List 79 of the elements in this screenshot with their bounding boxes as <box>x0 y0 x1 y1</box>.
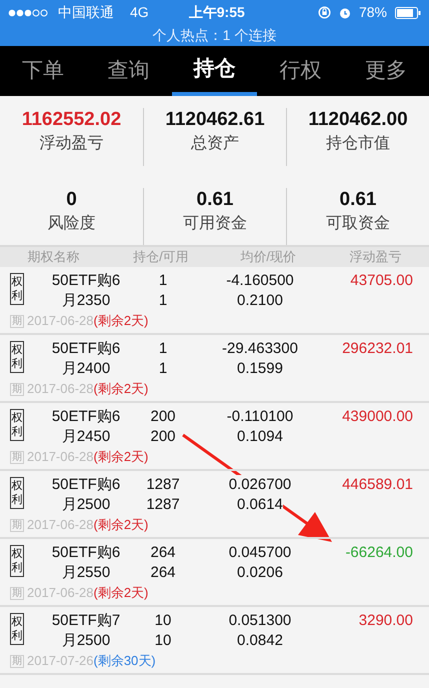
option-type-badge: 权利 <box>10 341 24 373</box>
summary-value: 0.61 <box>340 188 376 212</box>
expiry-date: 2017-07-26 <box>27 652 94 670</box>
holding-qty: 200 <box>150 407 176 427</box>
available-qty: 10 <box>154 631 172 651</box>
expiry-badge: 期 <box>10 586 24 600</box>
column-header: 持仓/可用 <box>132 248 190 266</box>
expiry-badge: 期 <box>10 518 24 532</box>
holding-qty: 264 <box>150 543 176 563</box>
tab[interactable]: 更多 <box>343 46 429 96</box>
battery-percent: 78% <box>358 3 387 22</box>
hotspot-status: 个人热点：1 个连接 <box>152 27 276 43</box>
average-price: 0.026700 <box>228 475 292 495</box>
alarm-icon <box>338 6 351 18</box>
expiry-badge: 期 <box>10 450 24 464</box>
floating-pnl: 296232.01 <box>342 340 413 357</box>
tab[interactable]: 持仓 <box>172 46 258 96</box>
network-type: 4G <box>130 3 149 22</box>
summary-label: 可取资金 <box>326 214 390 234</box>
tab[interactable]: 查询 <box>86 46 172 96</box>
available-qty: 200 <box>150 427 176 447</box>
expiry-badge: 期 <box>10 314 24 328</box>
days-remaining: (剩余2天) <box>94 516 148 534</box>
battery-icon <box>395 6 421 18</box>
floating-pnl: 3290.00 <box>358 612 413 629</box>
option-type-badge: 权利 <box>10 273 24 305</box>
option-type-badge: 权利 <box>10 545 24 577</box>
expiry-date: 2017-06-28 <box>27 312 94 330</box>
floating-pnl: 439000.00 <box>342 408 413 425</box>
clock-time: 上午9:55 <box>188 3 246 22</box>
carrier-name: 中国联通 <box>58 3 114 22</box>
summary-value: 1120462.61 <box>165 108 265 132</box>
holding-qty: 1287 <box>146 475 180 495</box>
column-header: 均价/现价 <box>239 248 297 266</box>
option-type-badge: 权利 <box>10 409 24 441</box>
summary-label: 风险度 <box>48 214 96 234</box>
column-header: 浮动盈亏 <box>348 248 402 266</box>
summary-label: 持仓市值 <box>326 134 390 154</box>
floating-pnl: 43705.00 <box>350 272 413 289</box>
days-remaining: (剩余30天) <box>94 652 156 670</box>
summary-value: 0 <box>66 188 77 212</box>
summary-value: 0.61 <box>196 188 234 212</box>
tab[interactable]: 行权 <box>257 46 344 96</box>
summary-value: 1162552.02 <box>22 108 122 132</box>
available-qty: 1 <box>158 291 168 311</box>
expiry-badge: 期 <box>10 382 24 396</box>
expiry-date: 2017-06-28 <box>27 516 94 534</box>
option-name: 50ETF购6 月2450 <box>50 407 122 447</box>
column-header: 期权名称 <box>26 248 81 266</box>
days-remaining: (剩余2天) <box>94 584 148 602</box>
expiry-date: 2017-06-28 <box>27 584 94 602</box>
option-name: 50ETF购6 月2350 <box>50 271 122 311</box>
option-type-badge: 权利 <box>10 477 24 509</box>
expiry-date: 2017-06-28 <box>27 380 94 398</box>
signal-icon <box>8 8 50 16</box>
floating-pnl: -66264.00 <box>345 544 413 561</box>
option-name: 50ETF购7 月2500 <box>50 611 122 651</box>
days-remaining: (剩余2天) <box>94 448 148 466</box>
available-qty: 264 <box>150 563 176 583</box>
option-type-badge: 权利 <box>10 613 24 645</box>
rotation-lock-icon <box>318 6 331 19</box>
holding-qty: 1 <box>158 339 168 359</box>
summary-value: 1120462.00 <box>308 108 408 132</box>
summary-label: 总资产 <box>191 134 239 154</box>
tab[interactable]: 下单 <box>0 46 86 96</box>
floating-pnl: 446589.01 <box>342 476 413 493</box>
option-name: 50ETF购6 月2550 <box>50 543 122 583</box>
days-remaining: (剩余2天) <box>94 312 148 330</box>
option-name: 50ETF购6 月2500 <box>50 475 122 515</box>
option-name: 50ETF购6 月2400 <box>50 339 122 379</box>
days-remaining: (剩余2天) <box>94 380 148 398</box>
available-qty: 1 <box>158 359 168 379</box>
expiry-badge: 期 <box>10 654 24 668</box>
summary-label: 浮动盈亏 <box>40 134 104 154</box>
available-qty: 1287 <box>146 495 180 515</box>
holding-qty: 1 <box>158 271 168 291</box>
summary-label: 可用资金 <box>183 214 247 234</box>
holding-qty: 10 <box>154 611 172 631</box>
expiry-date: 2017-06-28 <box>27 448 94 466</box>
